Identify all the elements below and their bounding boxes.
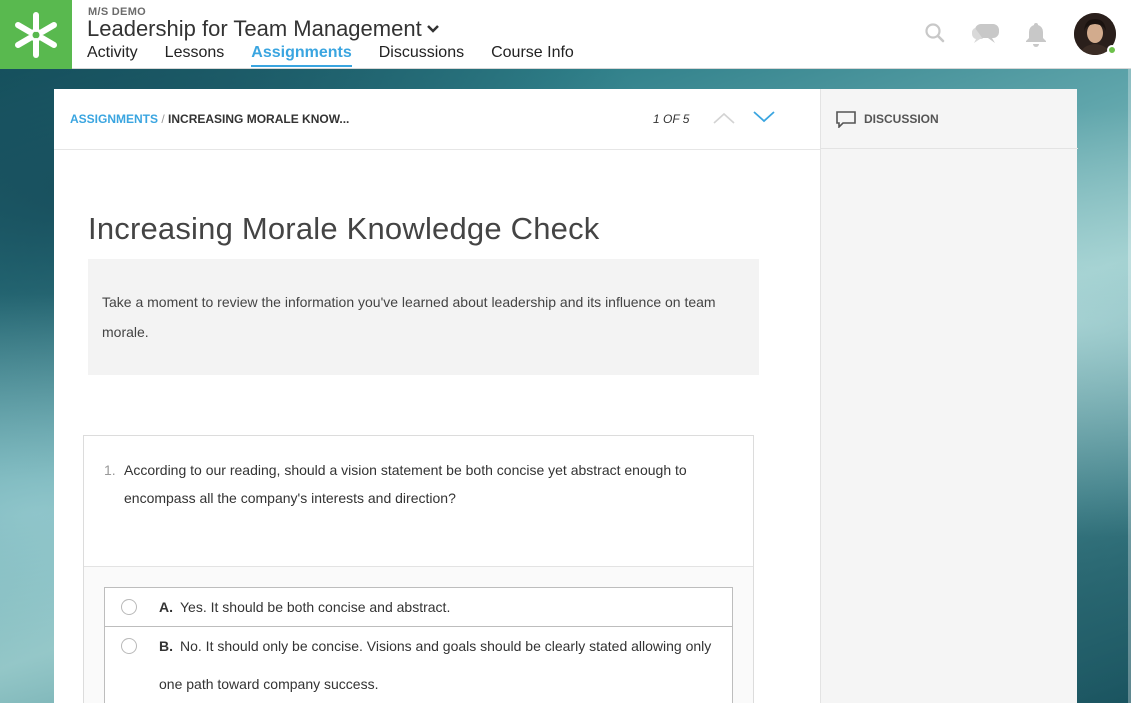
option-letter: A. (159, 599, 173, 615)
assignment-toolbar: ASSIGNMENTS / INCREASING MORALE KNOW... … (54, 89, 820, 150)
answer-options: A. Yes. It should be both concise and abs… (104, 587, 733, 703)
option-text: No. It should only be concise. Visions a… (159, 638, 712, 692)
question-number: 1. (104, 462, 116, 478)
discussion-sidebar: DISCUSSION (820, 89, 1078, 703)
radio-button[interactable] (121, 599, 137, 615)
option-letter: B. (159, 638, 173, 654)
breadcrumb-separator: / (161, 112, 165, 126)
top-bar: M/S DEMO Leadership for Team Management … (0, 0, 1131, 69)
discussion-header[interactable]: DISCUSSION (821, 89, 1078, 149)
question-text-block: 1. According to our reading, should a vi… (104, 456, 714, 512)
question-text: According to our reading, should a visio… (124, 462, 687, 506)
assignment-title: Increasing Morale Knowledge Check (88, 211, 600, 246)
online-status-indicator (1107, 45, 1117, 55)
intro-text: Take a moment to review the information … (102, 294, 716, 340)
nav-discussions[interactable]: Discussions (379, 44, 464, 67)
previous-arrow-icon[interactable] (712, 111, 736, 125)
nav-activity[interactable]: Activity (87, 44, 138, 67)
course-title-dropdown[interactable]: Leadership for Team Management (87, 16, 440, 42)
search-icon[interactable] (924, 22, 946, 44)
assignment-panel: ASSIGNMENTS / INCREASING MORALE KNOW... … (54, 89, 820, 703)
course-nav: Activity Lessons Assignments Discussions… (87, 44, 601, 67)
nav-course-info[interactable]: Course Info (491, 44, 574, 67)
breadcrumb: ASSIGNMENTS / INCREASING MORALE KNOW... (70, 112, 349, 126)
comment-icon (836, 111, 856, 128)
bell-icon[interactable] (1024, 21, 1048, 47)
answer-option-a[interactable]: A. Yes. It should be both concise and abs… (105, 588, 732, 627)
pager-count: 1 OF 5 (653, 112, 690, 126)
radio-button[interactable] (121, 638, 137, 654)
app-logo[interactable] (0, 0, 72, 69)
question-card: 1. According to our reading, should a vi… (83, 435, 754, 703)
breadcrumb-current: INCREASING MORALE KNOW... (168, 112, 350, 126)
option-text: Yes. It should be both concise and abstr… (180, 599, 451, 615)
nav-assignments[interactable]: Assignments (251, 44, 352, 67)
answer-option-b[interactable]: B. No. It should only be concise. Visions… (105, 627, 732, 703)
nav-lessons[interactable]: Lessons (165, 44, 225, 67)
asterisk-logo-icon (15, 11, 57, 58)
breadcrumb-assignments-link[interactable]: ASSIGNMENTS (70, 112, 158, 126)
course-title: Leadership for Team Management (87, 16, 422, 41)
chevron-down-icon (426, 25, 439, 33)
discussion-label: DISCUSSION (864, 112, 939, 126)
next-arrow-icon[interactable] (752, 110, 776, 124)
assignment-intro: Take a moment to review the information … (88, 259, 759, 375)
chat-icon[interactable] (971, 22, 1001, 46)
